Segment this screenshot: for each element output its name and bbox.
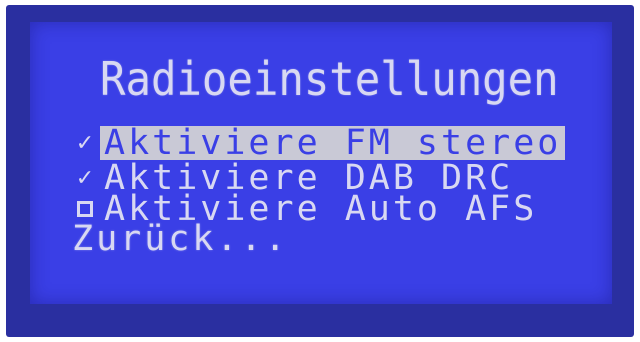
checkbox-checked-icon[interactable]: ✓ [70,128,100,158]
checkbox-checked-icon[interactable]: ✓ [70,163,100,193]
menu-item-label: Aktiviere FM stereo [100,126,566,161]
menu-item-fm-stereo[interactable]: ✓ Aktiviere FM stereo [70,126,566,161]
lcd-screen: Radioeinstellungen ✓ Aktiviere FM stereo… [30,22,612,304]
page-title: Radioeinstellungen [100,52,559,106]
back-menu-item[interactable]: Zurück... [72,222,289,257]
